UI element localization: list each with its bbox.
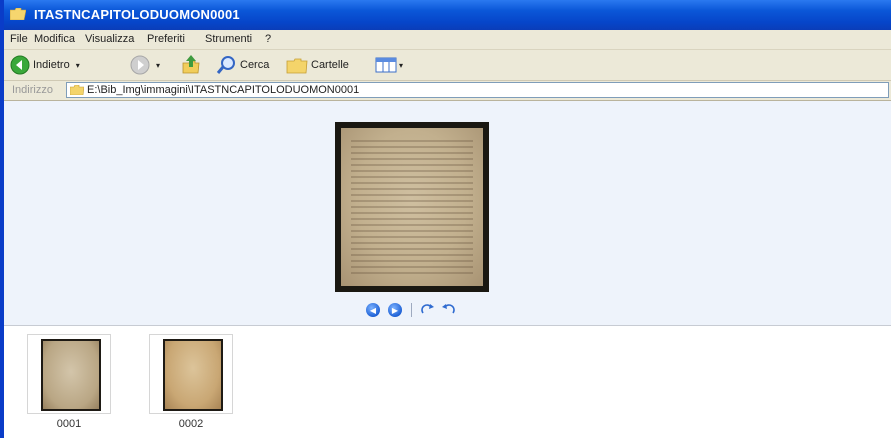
- thumbnail-caption: 0001: [56, 418, 82, 430]
- rotate-clockwise-button[interactable]: [420, 301, 436, 319]
- search-icon: [216, 56, 235, 74]
- views-icon: [375, 57, 397, 73]
- thumbnail-image: [163, 339, 223, 411]
- menu-file[interactable]: File: [10, 33, 28, 45]
- back-label: Indietro: [33, 59, 70, 71]
- address-bar: Indirizzo E:\Bib_Img\immagini\ITASTNCAPI…: [4, 81, 891, 101]
- separator: [411, 301, 412, 319]
- address-field[interactable]: E:\Bib_Img\immagini\ITASTNCAPITOLODUOMON…: [66, 82, 889, 98]
- search-button[interactable]: Cerca: [216, 54, 269, 76]
- views-dropdown-icon[interactable]: ▾: [399, 61, 403, 70]
- folder-up-icon: [182, 55, 200, 74]
- forward-arrow-icon: [130, 55, 150, 75]
- folders-icon: [286, 58, 308, 74]
- rotate-counterclockwise-icon: [442, 304, 455, 314]
- menu-preferiti[interactable]: Preferiti: [147, 33, 185, 45]
- folders-label: Cartelle: [311, 59, 349, 71]
- thumbnail-item[interactable]: 0001: [27, 334, 111, 430]
- menu-help[interactable]: ?: [265, 33, 271, 45]
- thumbnail-image: [41, 339, 101, 411]
- menu-visualizza[interactable]: Visualizza: [85, 33, 134, 45]
- folder-icon: [70, 85, 84, 95]
- up-button[interactable]: [181, 54, 201, 76]
- filmstrip-preview-area: ◀ ▶: [4, 101, 891, 325]
- forward-button[interactable]: ▾: [130, 54, 160, 76]
- search-label: Cerca: [240, 59, 270, 71]
- menu-strumenti[interactable]: Strumenti: [205, 33, 252, 45]
- thumbnail-strip: 0001 0002: [4, 326, 891, 438]
- folder-icon: [10, 8, 26, 20]
- thumbnail-frame: [27, 334, 111, 414]
- preview-image[interactable]: [341, 128, 483, 286]
- folders-button[interactable]: Cartelle: [286, 54, 349, 76]
- thumbnail-item[interactable]: 0002: [149, 334, 233, 430]
- next-image-button[interactable]: ▶: [388, 301, 402, 319]
- address-label: Indirizzo: [12, 84, 53, 96]
- back-dropdown-icon[interactable]: ▾: [76, 61, 80, 70]
- thumbnail-caption: 0002: [178, 418, 204, 430]
- explorer-window: ITASTNCAPITOLODUOMON0001 File Modifica V…: [0, 0, 891, 438]
- preview-image-frame: [335, 122, 489, 292]
- rotate-clockwise-icon: [421, 304, 434, 314]
- menu-modifica[interactable]: Modifica: [34, 33, 75, 45]
- previous-icon: ◀: [366, 303, 380, 317]
- forward-dropdown-icon[interactable]: ▾: [156, 61, 160, 70]
- thumbnail-frame: [149, 334, 233, 414]
- views-button[interactable]: ▾: [375, 54, 403, 76]
- title-bar[interactable]: ITASTNCAPITOLODUOMON0001: [4, 0, 891, 30]
- next-icon: ▶: [388, 303, 402, 317]
- previous-image-button[interactable]: ◀: [366, 301, 380, 319]
- window-title: ITASTNCAPITOLODUOMON0001: [34, 7, 240, 22]
- address-path: E:\Bib_Img\immagini\ITASTNCAPITOLODUOMON…: [87, 84, 360, 96]
- toolbar: Indietro ▾ ▾ Cerca Cartelle ▾: [4, 50, 891, 81]
- back-arrow-icon: [10, 55, 30, 75]
- menu-bar: File Modifica Visualizza Preferiti Strum…: [4, 30, 891, 50]
- back-button[interactable]: Indietro ▾: [10, 54, 80, 76]
- rotate-counterclockwise-button[interactable]: [440, 301, 456, 319]
